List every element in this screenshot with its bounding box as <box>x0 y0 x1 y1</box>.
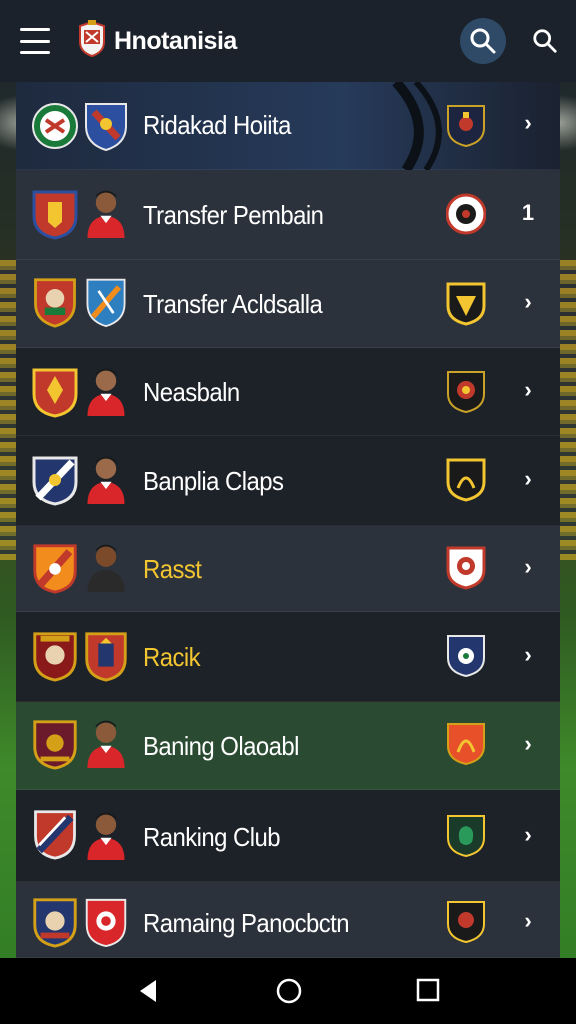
chevron-right-icon: › <box>524 110 532 135</box>
chevron-right-icon: › <box>524 466 532 491</box>
list-item-label: Transfer Pembain <box>143 200 324 230</box>
chevron-right-icon: › <box>524 822 532 847</box>
team-badge-icon <box>447 371 485 414</box>
list-item[interactable]: Transfer Pembain 1 <box>16 170 560 260</box>
list-item-label: Baning Olaoabl <box>143 731 299 761</box>
app-title: Hnotanisia <box>114 27 237 55</box>
list-item[interactable]: Banplia Claps › <box>16 436 560 526</box>
chevron-right-icon: › <box>524 642 532 667</box>
club-crest-icon <box>33 898 77 948</box>
list-item-label: Banplia Claps <box>143 466 284 496</box>
club-crest-icon <box>32 190 78 240</box>
list-item[interactable]: Transfer Acldsalla › <box>16 260 560 348</box>
club-crest-icon <box>79 20 105 58</box>
list-item-label: Transfer Acldsalla <box>143 289 323 319</box>
player-avatar-icon <box>87 368 125 416</box>
team-badge-icon <box>447 901 485 944</box>
team-badge-icon <box>447 723 485 766</box>
player-avatar-icon <box>87 190 125 238</box>
search-button[interactable] <box>526 22 564 60</box>
team-badge-icon <box>446 546 486 590</box>
list-item-label: Racik <box>143 642 201 672</box>
list-item-label: Ridakad Hoiita <box>143 110 291 140</box>
club-crest-icon <box>34 278 76 328</box>
team-badge-icon <box>446 282 486 326</box>
list-item-label: Rasst <box>143 554 202 584</box>
player-avatar-icon <box>87 812 125 860</box>
list-item[interactable]: Ramaing Panocbctn › <box>16 882 560 958</box>
team-badge-icon <box>446 193 486 235</box>
club-crest-icon <box>33 720 77 770</box>
chevron-right-icon: › <box>524 908 532 933</box>
chevron-right-icon: › <box>524 554 532 579</box>
player-avatar-icon <box>87 720 125 768</box>
player-avatar-icon <box>87 456 125 504</box>
recents-square-icon[interactable] <box>416 978 440 1002</box>
list-item[interactable]: Ridakad Hoiita › <box>16 82 560 170</box>
club-crest-icon <box>34 810 76 860</box>
crowd-left <box>0 260 16 560</box>
club-crest-icon <box>32 456 78 506</box>
back-triangle-icon[interactable] <box>136 978 162 1004</box>
club-crest-icon <box>32 103 78 149</box>
list-item[interactable]: Baning Olaoabl › <box>16 702 560 790</box>
list-item[interactable]: Rasst › <box>16 526 560 612</box>
list-item-label: Neasbaln <box>143 377 240 407</box>
team-badge-icon <box>446 458 486 502</box>
club-crest-icon <box>33 632 77 682</box>
team-badge-icon <box>447 105 485 148</box>
search-icon <box>533 29 557 53</box>
list-item-label: Ramaing Panocbctn <box>143 908 350 938</box>
team-badge-icon <box>447 815 485 858</box>
club-crest-icon <box>86 278 126 328</box>
club-crest-icon <box>85 103 127 152</box>
home-circle-icon[interactable] <box>276 978 302 1004</box>
club-crest-icon <box>33 544 77 594</box>
team-badge-icon <box>447 635 485 678</box>
chevron-right-icon: › <box>524 289 532 314</box>
list-item-label: Ranking Club <box>143 822 281 852</box>
club-list: Ridakad Hoiita › Transfer Pembain 1 Tran… <box>16 82 560 958</box>
chevron-right-icon: › <box>524 731 532 756</box>
list-item[interactable]: Ranking Club › <box>16 790 560 882</box>
search-icon <box>470 28 496 54</box>
hamburger-menu-icon[interactable] <box>20 28 50 54</box>
system-nav-bar <box>0 958 576 1024</box>
crowd-right <box>560 260 576 560</box>
chevron-right-icon: 1 <box>521 200 535 225</box>
list-item[interactable]: Neasbaln › <box>16 348 560 436</box>
app-bar: Hnotanisia <box>0 0 576 82</box>
club-crest-icon <box>85 898 127 948</box>
list-item[interactable]: Racik › <box>16 612 560 702</box>
chevron-right-icon: › <box>524 377 532 402</box>
club-crest-icon <box>32 368 78 418</box>
player-avatar-icon <box>87 544 125 592</box>
club-crest-icon <box>85 632 127 682</box>
search-button-active[interactable] <box>460 18 506 64</box>
